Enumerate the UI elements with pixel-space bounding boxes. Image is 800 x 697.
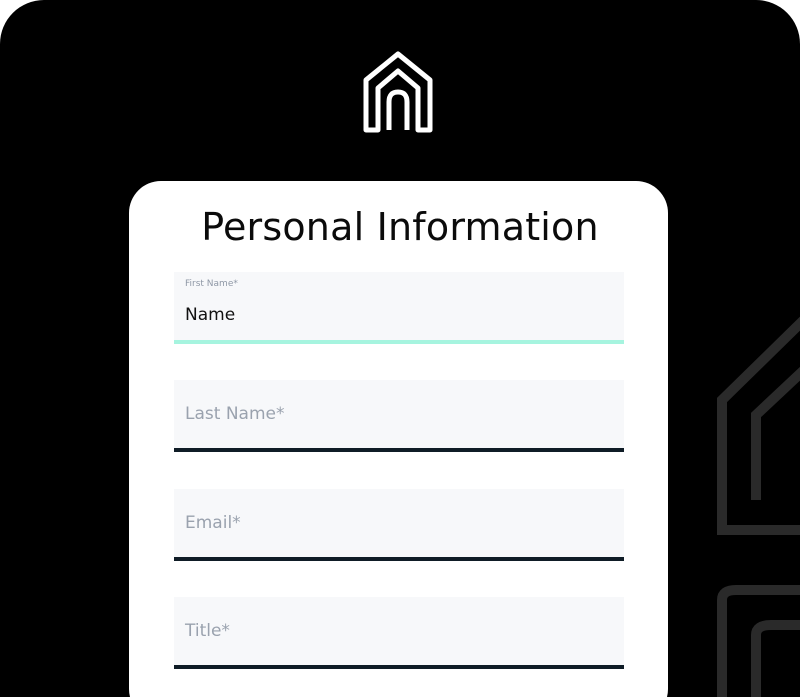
email-field[interactable]: Email* xyxy=(174,489,624,561)
app-frame: Personal Information First Name* Name La… xyxy=(0,0,800,697)
email-placeholder: Email* xyxy=(185,513,241,533)
house-logo-icon xyxy=(363,51,433,133)
title-placeholder: Title* xyxy=(185,621,230,641)
title-field[interactable]: Title* xyxy=(174,597,624,669)
form-title: Personal Information xyxy=(201,205,599,249)
first-name-label: First Name* xyxy=(185,279,238,289)
first-name-value: Name xyxy=(185,305,236,325)
background-house-outline-icon xyxy=(717,316,800,697)
first-name-field[interactable]: First Name* Name xyxy=(174,272,624,344)
last-name-field[interactable]: Last Name* xyxy=(174,380,624,452)
last-name-placeholder: Last Name* xyxy=(185,404,285,424)
